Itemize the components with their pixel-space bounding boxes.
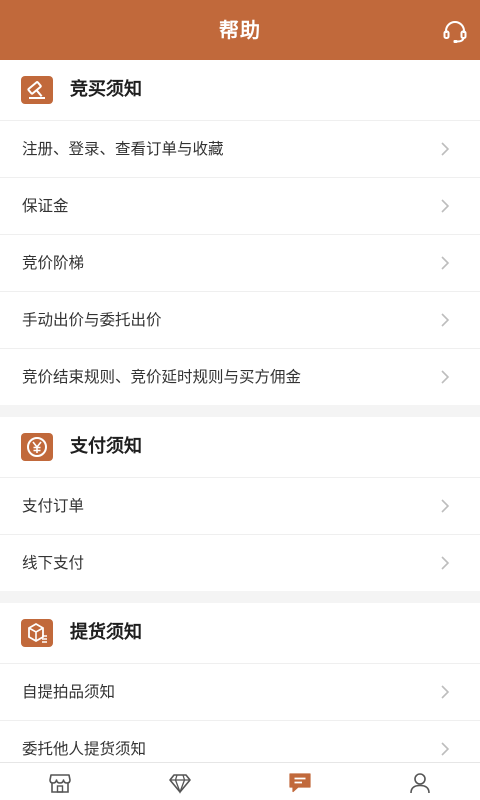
chevron-right-icon <box>441 685 450 699</box>
help-item-self-pickup[interactable]: 自提拍品须知 <box>0 663 480 720</box>
diamond-icon <box>169 774 191 794</box>
bottom-tab-bar <box>0 762 480 800</box>
chevron-right-icon <box>441 556 450 570</box>
tab-treasure[interactable] <box>120 763 240 800</box>
help-item-label: 委托他人提货须知 <box>22 740 147 758</box>
help-item-register[interactable]: 注册、登录、查看订单与收藏 <box>0 120 480 177</box>
chevron-right-icon <box>441 499 450 513</box>
help-item-label: 注册、登录、查看订单与收藏 <box>22 140 224 158</box>
section-divider <box>0 405 480 417</box>
section-title: 提货须知 <box>70 622 142 643</box>
help-content[interactable]: 竞买须知 注册、登录、查看订单与收藏 保证金 竞价阶梯 手动出价与委托出价 竞价… <box>0 60 480 762</box>
chevron-right-icon <box>441 199 450 213</box>
help-item-label: 竞价阶梯 <box>22 254 85 272</box>
help-item-label: 竞价结束规则、竞价延时规则与买方佣金 <box>22 368 302 386</box>
headset-icon[interactable] <box>442 19 468 45</box>
help-item-label: 线下支付 <box>22 554 85 572</box>
chevron-right-icon <box>441 313 450 327</box>
section-header-pickup: 提货须知 <box>0 603 480 663</box>
help-item-pay-order[interactable]: 支付订单 <box>0 477 480 534</box>
section-title: 竞买须知 <box>70 79 142 100</box>
section-header-payment: 支付须知 <box>0 417 480 477</box>
help-item-proxy-pickup[interactable]: 委托他人提货须知 <box>0 720 480 762</box>
message-icon <box>289 773 311 793</box>
top-bar: 帮助 <box>0 0 480 60</box>
help-item-deposit[interactable]: 保证金 <box>0 177 480 234</box>
chevron-right-icon <box>441 142 450 156</box>
tab-help[interactable] <box>240 763 360 800</box>
store-icon <box>49 774 71 793</box>
tab-store[interactable] <box>0 763 120 800</box>
help-item-offline-payment[interactable]: 线下支付 <box>0 534 480 591</box>
section-title: 支付须知 <box>70 436 142 457</box>
tab-profile[interactable] <box>360 763 480 800</box>
help-item-manual-proxy-bid[interactable]: 手动出价与委托出价 <box>0 291 480 348</box>
help-item-label: 保证金 <box>22 197 69 215</box>
user-icon <box>410 773 430 794</box>
section-header-bidding: 竞买须知 <box>0 60 480 120</box>
help-item-label: 手动出价与委托出价 <box>22 311 162 329</box>
help-item-bid-end-rules[interactable]: 竞价结束规则、竞价延时规则与买方佣金 <box>0 348 480 405</box>
chevron-right-icon <box>441 370 450 384</box>
section-divider <box>0 591 480 603</box>
chevron-right-icon <box>441 742 450 756</box>
help-item-label: 支付订单 <box>22 497 85 515</box>
package-icon <box>21 619 53 647</box>
auction-hammer-icon <box>21 76 53 104</box>
help-item-bid-increment[interactable]: 竞价阶梯 <box>0 234 480 291</box>
page-title: 帮助 <box>219 18 261 42</box>
yen-coin-icon <box>21 433 53 461</box>
chevron-right-icon <box>441 256 450 270</box>
help-item-label: 自提拍品须知 <box>22 683 116 701</box>
